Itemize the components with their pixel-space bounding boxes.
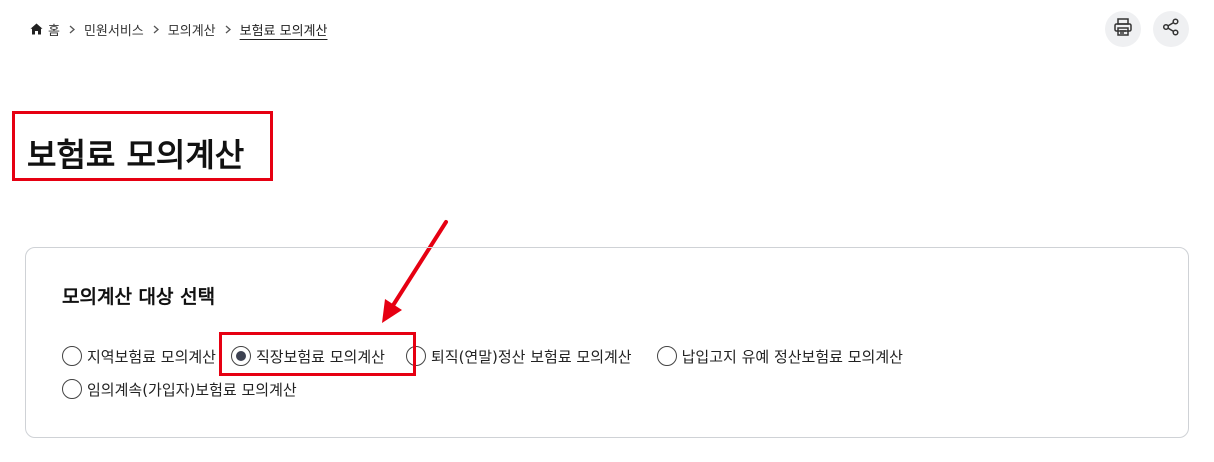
radio-label: 임의계속(가입자)보험료 모의계산 xyxy=(87,380,297,399)
chevron-right-icon xyxy=(153,25,159,34)
home-icon xyxy=(30,23,43,35)
radio-group: 임의계속(가입자)보험료 모의계산 xyxy=(62,377,297,401)
page-title: 보험료 모의계산 xyxy=(27,136,245,174)
breadcrumb-item-current[interactable]: 보험료 모의계산 xyxy=(240,20,328,39)
radio-option-regional[interactable]: 지역보험료 모의계산 xyxy=(62,346,216,367)
share-icon xyxy=(1161,17,1181,41)
radio-button[interactable] xyxy=(62,379,82,399)
breadcrumb-item-simulation[interactable]: 모의계산 xyxy=(168,20,216,39)
simulation-target-panel: 모의계산 대상 선택 지역보험료 모의계산 직장보험료 모의계산 퇴직(연말)정… xyxy=(25,247,1189,438)
share-button[interactable] xyxy=(1153,11,1189,47)
breadcrumb: 홈 민원서비스 모의계산 보험료 모의계산 xyxy=(30,19,327,39)
radio-label: 직장보험료 모의계산 xyxy=(255,347,385,366)
radio-button-checked[interactable] xyxy=(230,346,251,366)
radio-group: 지역보험료 모의계산 직장보험료 모의계산 퇴직(연말)정산 보험료 모의계산 … xyxy=(62,331,903,376)
radio-button[interactable] xyxy=(62,346,82,366)
radio-button[interactable] xyxy=(405,346,426,366)
breadcrumb-home[interactable]: 홈 xyxy=(30,20,60,39)
chevron-right-icon xyxy=(225,25,231,34)
page-tools xyxy=(1105,11,1189,47)
radio-option-retirement[interactable]: 퇴직(연말)정산 보험료 모의계산 xyxy=(405,346,632,367)
chevron-right-icon xyxy=(69,25,75,34)
radio-option-workplace[interactable]: 직장보험료 모의계산 xyxy=(218,331,416,376)
panel-title: 모의계산 대상 선택 xyxy=(62,286,216,308)
radio-label: 지역보험료 모의계산 xyxy=(87,347,216,366)
radio-label: 퇴직(연말)정산 보험료 모의계산 xyxy=(430,347,632,366)
breadcrumb-item-civil-service[interactable]: 민원서비스 xyxy=(84,20,144,39)
radio-label: 납입고지 유예 정산보험료 모의계산 xyxy=(681,347,903,366)
printer-icon xyxy=(1113,17,1133,41)
breadcrumb-home-label: 홈 xyxy=(48,23,60,39)
radio-option-deferment[interactable]: 납입고지 유예 정산보험료 모의계산 xyxy=(656,346,903,367)
print-button[interactable] xyxy=(1105,11,1141,47)
radio-button[interactable] xyxy=(656,346,677,366)
radio-option-voluntary[interactable]: 임의계속(가입자)보험료 모의계산 xyxy=(62,379,297,400)
title-annotation-box: 보험료 모의계산 xyxy=(12,111,273,181)
